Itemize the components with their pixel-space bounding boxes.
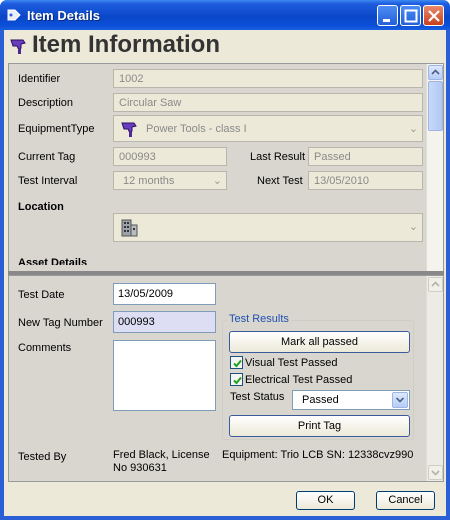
description-label: Description xyxy=(18,97,74,109)
visual-test-checkbox[interactable] xyxy=(230,356,243,369)
dropdown-arrow-icon[interactable] xyxy=(392,392,408,408)
header: Item Information xyxy=(4,30,446,60)
test-interval-value: 12 months xyxy=(123,175,175,187)
chevron-down-icon: ⌄ xyxy=(408,221,418,233)
power-tool-icon xyxy=(9,36,29,59)
mark-all-passed-button[interactable]: Mark all passed xyxy=(229,331,410,353)
ok-button[interactable]: OK xyxy=(296,491,355,510)
equipment-info: Equipment: Trio LCB SN: 12338cvz990 xyxy=(222,449,414,461)
title-bar[interactable]: Item Details xyxy=(0,0,450,30)
scroll-up-arrow[interactable] xyxy=(428,277,443,292)
scroll-thumb[interactable] xyxy=(428,81,443,131)
next-test-field: 13/05/2010 xyxy=(308,171,423,190)
comments-label: Comments xyxy=(18,342,72,354)
tested-by-label: Tested By xyxy=(18,451,67,463)
print-tag-button[interactable]: Print Tag xyxy=(229,415,410,437)
close-button[interactable] xyxy=(423,5,444,26)
test-status-select[interactable]: Passed xyxy=(292,390,410,410)
test-status-label: Test Status xyxy=(230,391,285,403)
comments-textarea[interactable] xyxy=(113,340,216,411)
chevron-down-icon: ⌄ xyxy=(408,123,418,135)
page-title: Item Information xyxy=(32,31,221,58)
maximize-button[interactable] xyxy=(400,5,421,26)
equipment-type-select: Power Tools - class I ⌄ xyxy=(113,115,423,142)
minimize-button[interactable] xyxy=(377,5,398,26)
tested-by-line2: No 930631 xyxy=(113,462,167,474)
scroll-down-arrow[interactable] xyxy=(428,465,443,480)
test-status-value: Passed xyxy=(302,394,339,406)
visual-test-label: Visual Test Passed xyxy=(245,357,338,369)
building-icon xyxy=(119,218,139,241)
test-interval-select: 12 months ⌄ xyxy=(113,171,227,190)
test-date-input[interactable]: 13/05/2009 xyxy=(113,283,216,305)
cancel-button[interactable]: Cancel xyxy=(376,491,435,510)
last-result-label: Last Result xyxy=(250,151,306,163)
current-tag-field: 000993 xyxy=(113,147,227,166)
dialog-body: Item Information Identifier 1002 Descrip… xyxy=(4,30,446,516)
location-label: Location xyxy=(18,201,64,213)
new-tag-input[interactable]: 000993 xyxy=(113,311,216,333)
test-date-label: Test Date xyxy=(18,289,65,301)
tested-by-line1: Fred Black, License xyxy=(113,449,210,461)
top-pane-scrollbar[interactable] xyxy=(426,64,443,301)
location-select: ⌄ xyxy=(113,213,423,242)
equipment-type-label: EquipmentType xyxy=(18,123,95,135)
equipment-type-value: Power Tools - class I xyxy=(146,123,247,135)
identifier-label: Identifier xyxy=(18,73,61,85)
next-test-label: Next Test xyxy=(257,175,303,187)
electrical-test-checkbox[interactable] xyxy=(230,373,243,386)
item-details-window: Item Details Item Information Identifier… xyxy=(0,0,450,520)
bottom-pane-scrollbar[interactable] xyxy=(426,276,443,481)
test-results-legend: Test Results xyxy=(227,313,291,325)
test-pane: Test Date 13/05/2009 New Tag Number 0009… xyxy=(8,275,444,482)
electrical-test-label: Electrical Test Passed xyxy=(245,374,353,386)
window-title: Item Details xyxy=(27,8,100,23)
identifier-field: 1002 xyxy=(113,69,423,88)
test-interval-label: Test Interval xyxy=(18,175,78,187)
new-tag-label: New Tag Number xyxy=(18,317,103,329)
scroll-up-arrow[interactable] xyxy=(428,65,443,80)
item-info-pane: Identifier 1002 Description Circular Saw… xyxy=(8,63,444,302)
description-field: Circular Saw xyxy=(113,93,423,112)
asset-details-label: Asset Details xyxy=(18,257,88,265)
tag-icon xyxy=(6,7,22,23)
power-tool-icon xyxy=(120,119,140,141)
last-result-field: Passed xyxy=(308,147,423,166)
chevron-down-icon: ⌄ xyxy=(212,175,222,187)
current-tag-label: Current Tag xyxy=(18,151,76,163)
